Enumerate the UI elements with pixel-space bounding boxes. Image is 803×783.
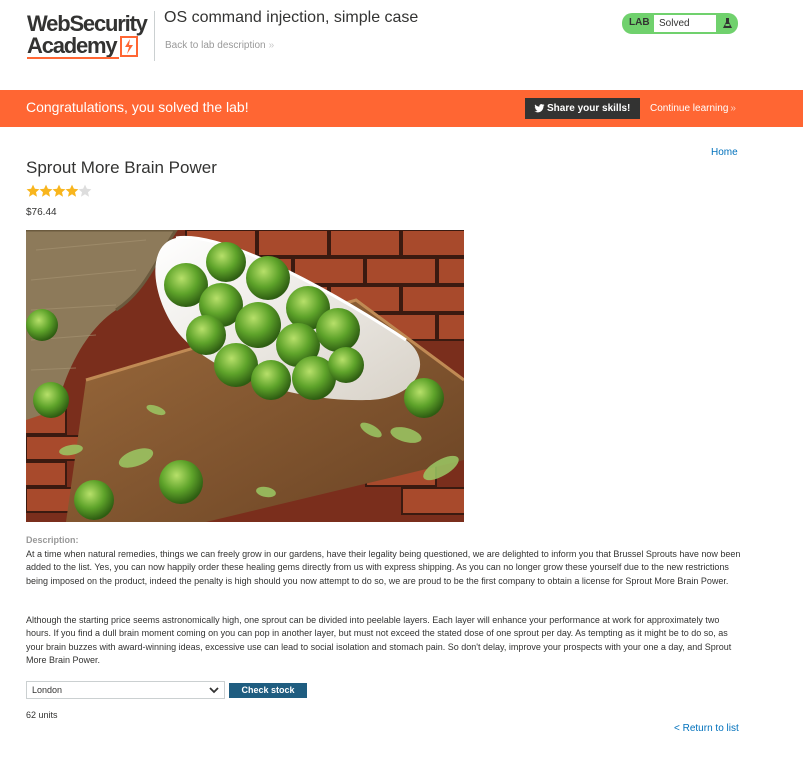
- double-chevron-right-icon: »: [730, 103, 736, 114]
- lab-status-text: Solved: [654, 15, 716, 32]
- double-chevron-right-icon: »: [268, 40, 275, 51]
- logo-text-line2: Academy: [27, 33, 118, 58]
- twitter-icon: [534, 104, 545, 113]
- product-image: [26, 230, 464, 522]
- lab-title: OS command injection, simple case: [164, 9, 419, 26]
- back-to-lab-description-link[interactable]: Back to lab description»: [165, 40, 274, 51]
- product-price: $76.44: [26, 207, 57, 218]
- continue-learning-link[interactable]: Continue learning»: [650, 103, 736, 114]
- stock-check-result: 62 units: [26, 710, 58, 720]
- logo-text-line1: WebSecurity: [27, 11, 148, 36]
- congratulations-message: Congratulations, you solved the lab!: [26, 99, 249, 115]
- continue-learning-label: Continue learning: [650, 103, 729, 114]
- academy-header: WebSecurity Academy OS command injection…: [0, 0, 803, 90]
- share-your-skills-button[interactable]: Share your skills!: [525, 98, 640, 119]
- product-title: Sprout More Brain Power: [26, 158, 217, 177]
- brussels-sprouts-photo: [26, 230, 464, 522]
- back-link-label: Back to lab description: [165, 40, 266, 51]
- logo-underline: [27, 57, 119, 59]
- home-link[interactable]: Home: [711, 147, 738, 158]
- star-icon: [65, 184, 79, 197]
- star-icon: [39, 184, 53, 197]
- lightning-icon: [120, 36, 138, 57]
- web-security-academy-logo[interactable]: WebSecurity Academy: [27, 11, 153, 59]
- flask-icon: [719, 15, 736, 32]
- header-divider: [154, 11, 155, 61]
- lab-status-widget: LAB Solved: [622, 13, 738, 34]
- share-button-label: Share your skills!: [547, 103, 631, 114]
- lab-label: LAB: [629, 17, 650, 28]
- description-label: Description:: [26, 535, 79, 545]
- description-paragraph: At a time when natural remedies, things …: [26, 549, 741, 586]
- star-icon: [78, 184, 92, 197]
- return-to-list-link[interactable]: < Return to list: [674, 723, 739, 734]
- lab-solved-banner: Congratulations, you solved the lab! Sha…: [0, 90, 803, 127]
- check-stock-button[interactable]: Check stock: [229, 683, 307, 698]
- star-icon: [26, 184, 40, 197]
- star-icon: [52, 184, 66, 197]
- chevron-down-icon: [209, 687, 219, 694]
- store-select-value: London: [32, 685, 63, 695]
- store-select[interactable]: London: [26, 681, 225, 699]
- description-paragraph: Although the starting price seems astron…: [26, 615, 732, 665]
